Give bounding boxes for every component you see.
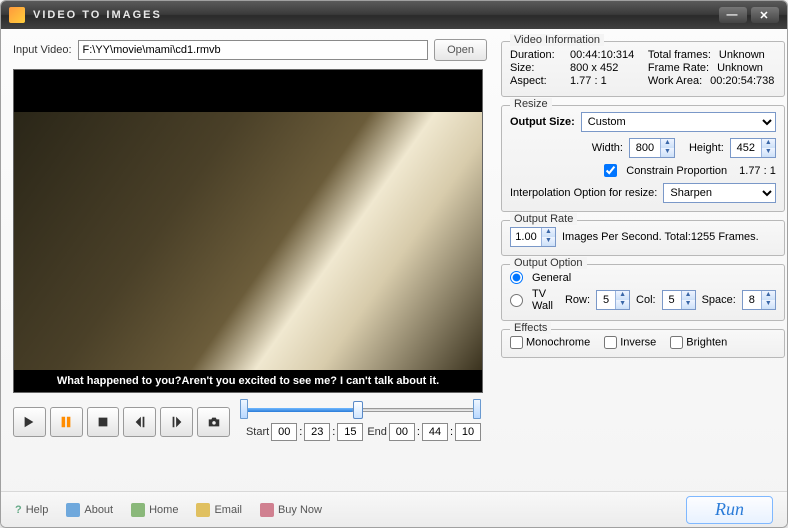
rate-tail: Images Per Second. Total:1255 Frames. — [562, 231, 759, 243]
output-size-label: Output Size: — [510, 116, 575, 128]
email-link[interactable]: Email — [196, 503, 242, 517]
end-label: End — [367, 426, 387, 438]
brighten-checkbox[interactable] — [670, 336, 683, 349]
constrain-label: Constrain Proportion — [626, 165, 727, 177]
prev-frame-button[interactable] — [123, 407, 156, 437]
col-spin[interactable]: ▲▼ — [662, 290, 696, 310]
tvwall-radio[interactable] — [510, 294, 523, 307]
run-button[interactable]: Run — [686, 496, 773, 524]
home-link[interactable]: Home — [131, 503, 178, 517]
output-option-group: Output Option General TV Wall Row: ▲▼ Co… — [501, 264, 785, 321]
space-label: Space: — [702, 294, 736, 306]
seek-slider[interactable] — [240, 403, 481, 417]
video-frame — [14, 112, 482, 370]
start-ss[interactable] — [337, 423, 363, 441]
email-icon — [196, 503, 210, 517]
height-spin[interactable]: ▲▼ — [730, 138, 776, 158]
start-label: Start — [246, 426, 269, 438]
seek-thumb[interactable] — [353, 401, 363, 419]
help-link[interactable]: ?Help — [15, 504, 48, 516]
about-link[interactable]: About — [66, 503, 113, 517]
cart-icon — [260, 503, 274, 517]
titlebar: Video to Images — ✕ — [1, 1, 787, 29]
effects-legend: Effects — [510, 322, 551, 334]
monochrome-checkbox[interactable] — [510, 336, 523, 349]
pause-button[interactable] — [50, 407, 83, 437]
effects-group: Effects Monochrome Inverse Brighten — [501, 329, 785, 358]
about-icon — [66, 503, 80, 517]
constrain-ratio: 1.77 : 1 — [739, 165, 776, 177]
height-label: Height: — [689, 142, 724, 154]
app-icon — [9, 7, 25, 23]
home-icon — [131, 503, 145, 517]
input-video-path[interactable] — [78, 40, 429, 60]
end-mm[interactable] — [422, 423, 448, 441]
footer: ?Help About Home Email Buy Now Run — [1, 491, 787, 527]
inverse-checkbox[interactable] — [604, 336, 617, 349]
space-spin[interactable]: ▲▼ — [742, 290, 776, 310]
width-label: Width: — [592, 142, 623, 154]
interp-label: Interpolation Option for resize: — [510, 187, 657, 199]
row-label: Row: — [565, 294, 590, 306]
video-info-group: Video Information Duration:00:44:10:314 … — [501, 41, 785, 97]
constrain-checkbox[interactable] — [604, 164, 617, 177]
col-label: Col: — [636, 294, 656, 306]
start-mm[interactable] — [304, 423, 330, 441]
output-rate-legend: Output Rate — [510, 213, 577, 225]
next-frame-button[interactable] — [160, 407, 193, 437]
open-button[interactable]: Open — [434, 39, 487, 61]
end-ss[interactable] — [455, 423, 481, 441]
row-spin[interactable]: ▲▼ — [596, 290, 630, 310]
close-button[interactable]: ✕ — [751, 7, 779, 23]
stop-button[interactable] — [87, 407, 120, 437]
subtitle-text: What happened to you?Aren't you excited … — [14, 370, 482, 392]
video-preview: What happened to you?Aren't you excited … — [13, 69, 483, 393]
input-video-label: Input Video: — [13, 44, 72, 56]
output-option-legend: Output Option — [510, 257, 587, 269]
general-label: General — [532, 272, 571, 284]
snapshot-button[interactable] — [197, 407, 230, 437]
minimize-button[interactable]: — — [719, 7, 747, 23]
app-window: Video to Images — ✕ Input Video: Open Wh… — [0, 0, 788, 528]
resize-legend: Resize — [510, 98, 552, 110]
buy-link[interactable]: Buy Now — [260, 503, 322, 517]
tvwall-label: TV Wall — [532, 288, 553, 312]
output-size-select[interactable]: Custom — [581, 112, 776, 132]
rate-spin[interactable]: ▲▼ — [510, 227, 556, 247]
play-button[interactable] — [13, 407, 46, 437]
video-info-legend: Video Information — [510, 34, 604, 46]
general-radio[interactable] — [510, 271, 523, 284]
start-hh[interactable] — [271, 423, 297, 441]
interp-select[interactable]: Sharpen — [663, 183, 775, 203]
output-rate-group: Output Rate ▲▼ Images Per Second. Total:… — [501, 220, 785, 256]
width-spin[interactable]: ▲▼ — [629, 138, 675, 158]
end-hh[interactable] — [389, 423, 415, 441]
resize-group: Resize Output Size: Custom Width: ▲▼ Hei… — [501, 105, 785, 212]
app-title: Video to Images — [33, 9, 162, 21]
